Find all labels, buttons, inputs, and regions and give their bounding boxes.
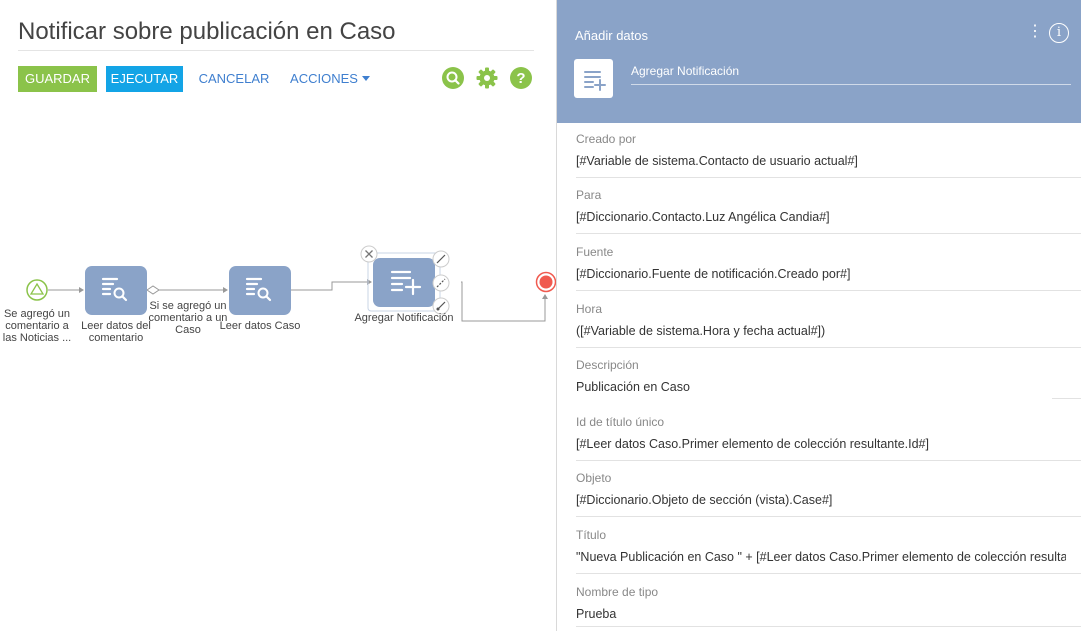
properties-panel: Añadir datos ⋮ i Agregar Notificación Cr… [556, 0, 1081, 631]
field-value[interactable]: "Nueva Publicación en Caso " + [#Leer da… [576, 550, 1066, 564]
field-value[interactable]: [#Diccionario.Fuente de notificación.Cre… [576, 267, 1066, 281]
field-label: Título [576, 528, 607, 542]
start-label-line-1: Se agregó un [3, 308, 71, 320]
field-title[interactable]: Título "Nueva Publicación en Caso " + [#… [576, 528, 1081, 574]
info-icon[interactable]: i [1049, 23, 1069, 43]
field-underline [576, 573, 1081, 574]
more-options-icon[interactable]: ⋮ [1027, 24, 1043, 40]
add-notification-node[interactable] [367, 252, 441, 312]
panel-header: Añadir datos ⋮ i Agregar Notificación [557, 0, 1081, 123]
field-underline [576, 626, 1081, 627]
field-label: Para [576, 188, 602, 202]
field-underline [576, 233, 1081, 234]
end-event[interactable] [535, 271, 556, 293]
start-event-label: Se agregó un comentario a las Noticias .… [0, 308, 74, 344]
field-source[interactable]: Fuente [#Diccionario.Fuente de notificac… [576, 245, 1081, 291]
read-data-comment-node[interactable] [85, 266, 147, 315]
field-underline [1052, 398, 1081, 399]
field-time[interactable]: Hora ([#Variable de sistema.Hora y fecha… [576, 302, 1081, 348]
field-label: Id de título único [576, 415, 665, 429]
process-designer: Notificar sobre publicación en Caso GUAR… [0, 0, 1081, 631]
panel-title: Añadir datos [575, 28, 648, 43]
field-to[interactable]: Para [#Diccionario.Contacto.Luz Angélica… [576, 188, 1081, 234]
designer-area: Notificar sobre publicación en Caso GUAR… [0, 0, 556, 631]
start-label-line-2: comentario a [5, 320, 69, 332]
field-type-name[interactable]: Nombre de tipo Prueba [576, 585, 1081, 627]
field-label: Hora [576, 302, 603, 316]
field-label: Descripción [576, 358, 639, 372]
process-canvas [26, 245, 556, 322]
field-value[interactable]: [#Diccionario.Objeto de sección (vista).… [576, 493, 1066, 507]
connect-handle-middle[interactable] [432, 274, 450, 292]
field-underline [576, 290, 1081, 291]
field-underline [576, 460, 1081, 461]
field-object[interactable]: Objeto [#Diccionario.Objeto de sección (… [576, 471, 1081, 517]
connect-handle-top[interactable] [432, 250, 450, 268]
read-data-case-node[interactable] [229, 266, 291, 315]
field-label: Fuente [576, 245, 614, 259]
read-case-label: Leer datos Caso [219, 320, 301, 332]
field-label: Objeto [576, 471, 612, 485]
field-unique-title-id[interactable]: Id de título único [#Leer datos Caso.Pri… [576, 415, 1081, 461]
field-value[interactable]: Publicación en Caso [576, 380, 1066, 394]
node-delete-handle[interactable] [360, 245, 378, 263]
start-label-line-3: las Noticias ... [2, 332, 72, 344]
conditional-flow-marker [146, 285, 160, 295]
element-name-field[interactable]: Agregar Notificación [631, 64, 739, 78]
field-underline [576, 347, 1081, 348]
field-label: Nombre de tipo [576, 585, 659, 599]
field-label: Creado por [576, 132, 637, 146]
field-created-by[interactable]: Creado por [#Variable de sistema.Contact… [576, 132, 1081, 178]
field-value[interactable]: [#Variable de sistema.Contacto de usuari… [576, 154, 1066, 168]
condition-label-line-1: Si se agregó un [149, 300, 227, 312]
start-event[interactable] [26, 279, 48, 301]
field-description[interactable]: Descripción Publicación en Caso [576, 358, 1081, 399]
add-data-icon [584, 71, 606, 91]
element-type-icon [574, 59, 613, 98]
field-value[interactable]: [#Diccionario.Contacto.Luz Angélica Cand… [576, 210, 1066, 224]
field-value[interactable]: Prueba [576, 607, 1066, 621]
field-underline [576, 177, 1081, 178]
field-value[interactable]: ([#Variable de sistema.Hora y fecha actu… [576, 324, 1066, 338]
field-value[interactable]: [#Leer datos Caso.Primer elemento de col… [576, 437, 1066, 451]
add-notification-label: Agregar Notificación [354, 312, 454, 324]
element-name-underline [631, 84, 1071, 85]
field-underline [576, 516, 1081, 517]
